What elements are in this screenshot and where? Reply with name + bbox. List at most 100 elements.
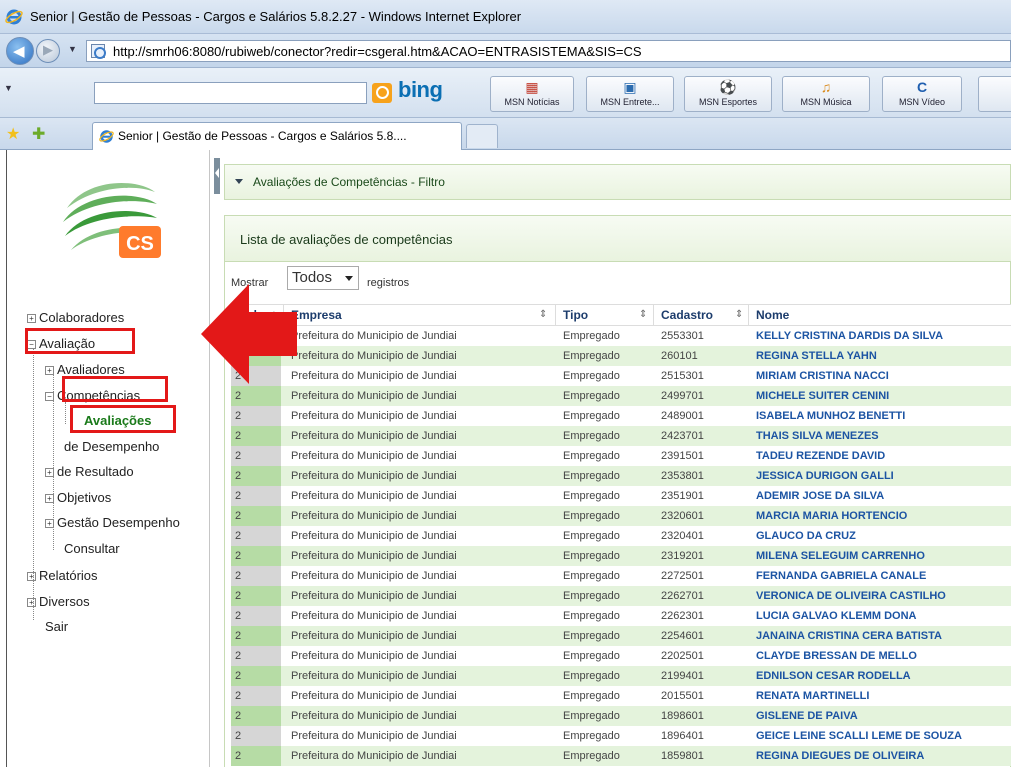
cell-nome[interactable]: KELLY CRISTINA DARDIS DA SILVA [756, 330, 943, 342]
cell-cadastro: 2272501 [661, 570, 704, 582]
cell-cadastro: 2320601 [661, 510, 704, 522]
table-row[interactable]: 2Prefeitura do Municipio de JundiaiEmpre… [231, 426, 1011, 446]
tree-line [65, 402, 66, 424]
tree-item-relatorios[interactable]: + Relatórios [27, 568, 98, 583]
table-row[interactable]: 2Prefeitura do Municipio de JundiaiEmpre… [231, 346, 1011, 366]
tree-item-sair[interactable]: Sair [45, 619, 68, 634]
table-row[interactable]: 2Prefeitura do Municipio de JundiaiEmpre… [231, 466, 1011, 486]
table-row[interactable]: 2Prefeitura do Municipio de JundiaiEmpre… [231, 386, 1011, 406]
table-row[interactable]: 2Prefeitura do Municipio de JundiaiEmpre… [231, 406, 1011, 426]
cell-cadastro: 2499701 [661, 390, 704, 402]
tree-item-colaboradores[interactable]: + Colaboradores [27, 310, 124, 325]
cell-nome[interactable]: CLAYDE BRESSAN DE MELLO [756, 650, 917, 662]
cell-nome[interactable]: TADEU REZENDE DAVID [756, 450, 885, 462]
cell-nome[interactable]: FERNANDA GABRIELA CANALE [756, 570, 926, 582]
recent-pages-dropdown-icon[interactable]: ▼ [68, 44, 77, 54]
column-header-tipo[interactable]: Tipo [563, 308, 588, 322]
cell-nome[interactable]: ISABELA MUNHOZ BENETTI [756, 410, 905, 422]
cell-nome[interactable]: THAIS SILVA MENEZES [756, 430, 879, 442]
table-row[interactable]: 2Prefeitura do Municipio de JundiaiEmpre… [231, 366, 1011, 386]
cell-nome[interactable]: GEICE LEINE SCALLI LEME DE SOUZA [756, 730, 962, 742]
table-row[interactable]: 2Prefeitura do Municipio de JundiaiEmpre… [231, 646, 1011, 666]
table-row[interactable]: 2Prefeitura do Municipio de JundiaiEmpre… [231, 506, 1011, 526]
column-divider [748, 305, 749, 327]
table-row[interactable]: 2Prefeitura do Municipio de JundiaiEmpre… [231, 746, 1011, 766]
filter-panel-title: Avaliações de Competências - Filtro [253, 175, 445, 189]
msn-esportes-link[interactable]: ⚽ MSN Esportes [684, 76, 772, 112]
favorites-star-icon[interactable]: ★ [6, 124, 20, 144]
expand-icon: + [45, 366, 54, 375]
tree-item-diversos[interactable]: + Diversos [27, 594, 90, 609]
table-row[interactable]: 2Prefeitura do Municipio de JundiaiEmpre… [231, 446, 1011, 466]
cell-nome[interactable]: GLAUCO DA CRUZ [756, 530, 856, 542]
table-row[interactable]: 2Prefeitura do Municipio de JundiaiEmpre… [231, 726, 1011, 746]
table-row[interactable]: 2Prefeitura do Municipio de JundiaiEmpre… [231, 326, 1011, 346]
cell-nome[interactable]: REGINA STELLA YAHN [756, 350, 877, 362]
table-row[interactable]: 2Prefeitura do Municipio de JundiaiEmpre… [231, 606, 1011, 626]
collapse-triangle-icon [235, 179, 243, 184]
cell-tipo: Empregado [563, 430, 620, 442]
cell-empresa: Prefeitura do Municipio de Jundiai [291, 710, 457, 722]
cell-tipo: Empregado [563, 590, 620, 602]
new-tab-button[interactable] [466, 124, 498, 148]
tree-item-consultar[interactable]: Consultar [64, 541, 120, 556]
tree-item-avaliadores[interactable]: + Avaliadores [45, 362, 125, 377]
msn-entretenimento-link[interactable]: ▣ MSN Entrete... [586, 76, 674, 112]
cell-nome[interactable]: GISLENE DE PAIVA [756, 710, 858, 722]
records-label: registros [367, 277, 410, 289]
table-row[interactable]: 2Prefeitura do Municipio de JundiaiEmpre… [231, 666, 1011, 686]
add-favorites-icon[interactable]: ✚ [32, 124, 45, 144]
cell-tipo: Empregado [563, 370, 620, 382]
table-row[interactable]: 2Prefeitura do Municipio de JundiaiEmpre… [231, 686, 1011, 706]
bing-search-icon[interactable] [372, 83, 392, 103]
cell-nome[interactable]: VERONICA DE OLIVEIRA CASTILHO [756, 590, 946, 602]
table-row[interactable]: 2Prefeitura do Municipio de JundiaiEmpre… [231, 566, 1011, 586]
cell-nome[interactable]: REGINA DIEGUES DE OLIVEIRA [756, 750, 924, 762]
cell-empresa: Prefeitura do Municipio de Jundiai [291, 410, 457, 422]
table-row[interactable]: 2Prefeitura do Municipio de JundiaiEmpre… [231, 626, 1011, 646]
msn-video-link[interactable]: C MSN Vídeo [882, 76, 962, 112]
column-header-nome[interactable]: Nome [756, 308, 789, 322]
links-toolbar: ▼ bing ▦ MSN Notícias ▣ MSN Entrete... ⚽… [0, 68, 1011, 118]
cell-nome[interactable]: ADEMIR JOSE DA SILVA [756, 490, 884, 502]
tree-item-de-desempenho[interactable]: de Desempenho [64, 439, 159, 454]
tree-item-de-resultado[interactable]: + de Resultado [45, 464, 134, 479]
cell-nome[interactable]: JANAINA CRISTINA CERA BATISTA [756, 630, 942, 642]
collapse-sidebar-handle[interactable] [214, 158, 220, 194]
msn-noticias-link[interactable]: ▦ MSN Notícias [490, 76, 574, 112]
cell-empresa: Prefeitura do Municipio de Jundiai [291, 670, 457, 682]
cell-nome[interactable]: EDNILSON CESAR RODELLA [756, 670, 911, 682]
cell-nome[interactable]: LUCIA GALVAO KLEMM DONA [756, 610, 917, 622]
table-row[interactable]: 2Prefeitura do Municipio de JundiaiEmpre… [231, 486, 1011, 506]
search-input[interactable] [94, 82, 367, 104]
cell-tipo: Empregado [563, 650, 620, 662]
music-icon: ♫ [820, 79, 832, 95]
cell-nome[interactable]: MICHELE SUITER CENINI [756, 390, 889, 402]
table-row[interactable]: 2Prefeitura do Municipio de JundiaiEmpre… [231, 586, 1011, 606]
highlight-avaliacao [25, 328, 135, 354]
tree-item-objetivos[interactable]: + Objetivos [45, 490, 111, 505]
msn-musica-link[interactable]: ♫ MSN Música [782, 76, 870, 112]
cell-empresa: Prefeitura do Municipio de Jundiai [291, 590, 457, 602]
table-row[interactable]: 2Prefeitura do Municipio de JundiaiEmpre… [231, 546, 1011, 566]
back-button[interactable]: ◀ [6, 37, 34, 65]
cell-cadastro: 1896401 [661, 730, 704, 742]
cell-nome[interactable]: MIRIAM CRISTINA NACCI [756, 370, 889, 382]
column-header-cadastro[interactable]: Cadastro [661, 308, 713, 322]
toolbar-dropdown-icon[interactable]: ▼ [4, 83, 13, 93]
cell-nome[interactable]: JESSICA DURIGON GALLI [756, 470, 894, 482]
cell-nome[interactable]: RENATA MARTINELLI [756, 690, 869, 702]
forward-button[interactable]: ▶ [36, 39, 60, 63]
tab-senior[interactable]: Senior | Gestão de Pessoas - Cargos e Sa… [92, 122, 462, 150]
filter-panel-header[interactable]: Avaliações de Competências - Filtro [224, 164, 1011, 200]
more-links-button[interactable] [978, 76, 1011, 112]
cell-ciclo: 2 [231, 526, 281, 546]
cell-tipo: Empregado [563, 710, 620, 722]
cell-nome[interactable]: MARCIA MARIA HORTENCIO [756, 510, 907, 522]
table-row[interactable]: 2Prefeitura do Municipio de JundiaiEmpre… [231, 706, 1011, 726]
url-input[interactable]: http://smrh06:8080/rubiweb/conector?redi… [86, 40, 1011, 62]
tree-item-gestao-desempenho[interactable]: + Gestão Desempenho [45, 515, 180, 530]
cell-empresa: Prefeitura do Municipio de Jundiai [291, 430, 457, 442]
cell-nome[interactable]: MILENA SELEGUIM CARRENHO [756, 550, 925, 562]
table-row[interactable]: 2Prefeitura do Municipio de JundiaiEmpre… [231, 526, 1011, 546]
